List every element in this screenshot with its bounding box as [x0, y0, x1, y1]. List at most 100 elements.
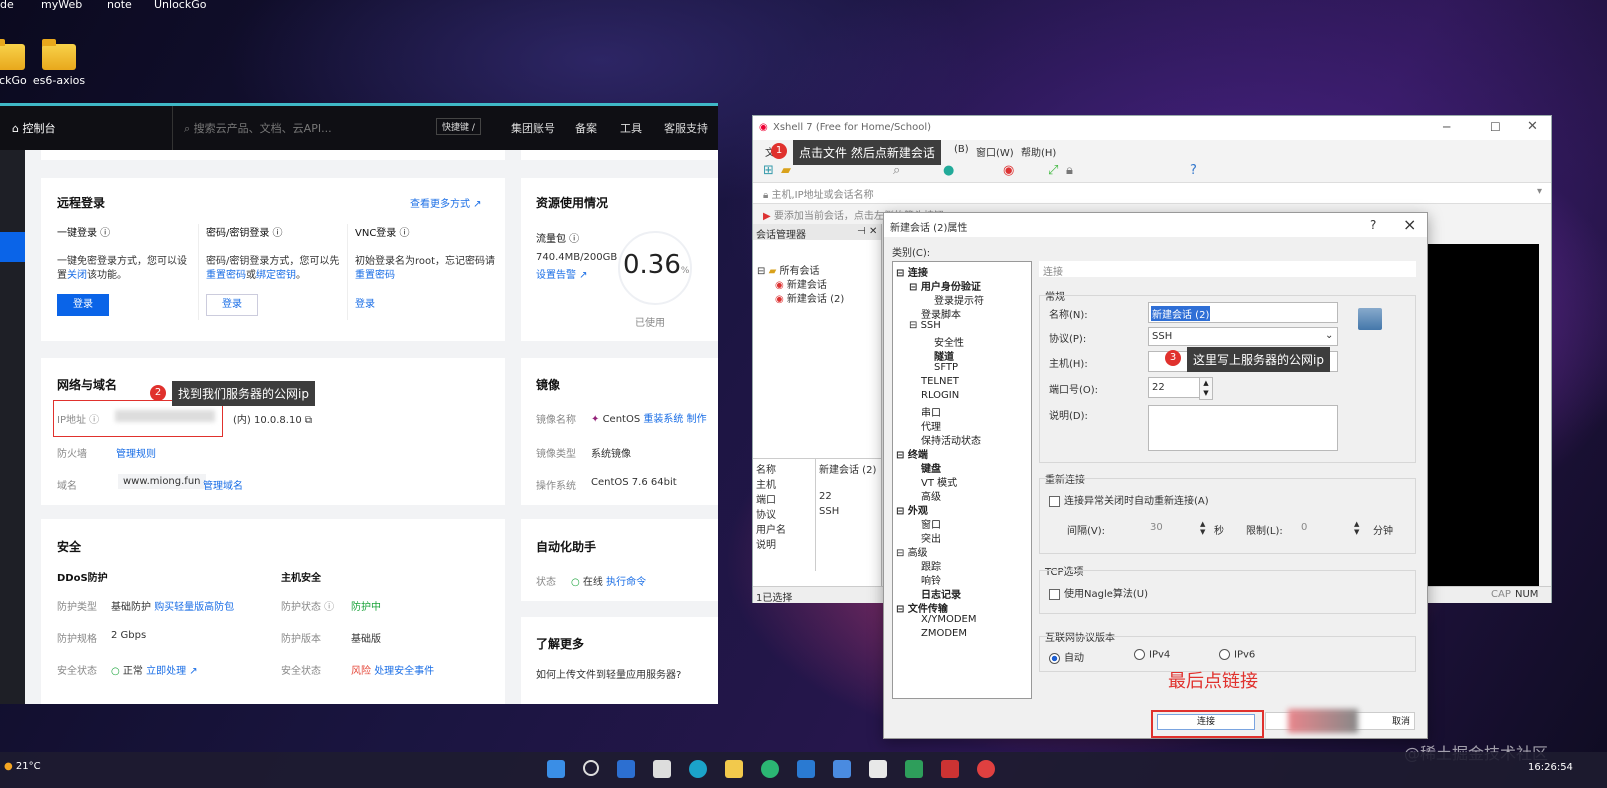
tree-node[interactable]: 键盘: [921, 460, 941, 475]
password-login-button[interactable]: 登录: [206, 294, 258, 316]
search-icon[interactable]: ⌕: [893, 163, 900, 178]
app-icon[interactable]: [869, 760, 887, 778]
set-alert-link[interactable]: 设置告警 ↗: [536, 266, 588, 281]
vnc-login-link[interactable]: 登录: [355, 295, 375, 310]
tree-node[interactable]: 响铃: [921, 572, 941, 587]
nagle-checkbox[interactable]: 使用Nagle算法(U): [1049, 585, 1148, 600]
open-folder-icon[interactable]: ▰: [781, 163, 791, 178]
globe-icon[interactable]: ●: [943, 163, 954, 178]
interval-stepper[interactable]: ▲ ▼: [1200, 520, 1205, 536]
tree-node[interactable]: TELNET: [921, 376, 959, 387]
clock[interactable]: 16:26:54: [1528, 762, 1573, 773]
nav-link[interactable]: 集团账号: [511, 120, 555, 136]
tree-node[interactable]: 突出: [921, 530, 941, 545]
start-icon[interactable]: [547, 760, 565, 778]
port-field[interactable]: 22: [1148, 377, 1200, 398]
more-methods-link[interactable]: 查看更多方式 ↗: [410, 195, 482, 210]
close-icon[interactable]: ×: [1403, 215, 1416, 234]
tree-node[interactable]: ⊟ 用户身份验证: [909, 278, 981, 293]
lock-icon[interactable]: 🔒︎: [1066, 163, 1073, 178]
search-icon[interactable]: [583, 760, 599, 776]
help-icon[interactable]: ?: [1190, 163, 1197, 178]
desktop-label[interactable]: myWeb: [41, 0, 82, 11]
new-session-icon[interactable]: ⊞: [763, 163, 774, 178]
learn-link[interactable]: 如何上传文件到轻量应用服务器?: [536, 666, 681, 681]
menu-window[interactable]: 窗口(W): [976, 144, 1014, 159]
address-bar[interactable]: 🔒︎ 主机,IP地址或会话名称 ▾: [753, 182, 1551, 204]
app-icon[interactable]: [833, 760, 851, 778]
edge-icon[interactable]: [689, 760, 707, 778]
tree-node[interactable]: 隧道: [934, 348, 954, 363]
menu-help[interactable]: 帮助(H): [1021, 144, 1056, 159]
pin-icon[interactable]: ⊣: [857, 226, 866, 237]
name-field[interactable]: 新建会话 (2): [1148, 302, 1338, 323]
close-icon[interactable]: ✕: [1527, 119, 1538, 134]
console-search-input[interactable]: ⌕ 搜索云产品、文档、云API...: [184, 120, 332, 136]
tree-node[interactable]: VT 模式: [921, 474, 957, 489]
menu-item[interactable]: (B): [954, 144, 969, 155]
tree-node[interactable]: ⊟ 外观: [896, 502, 928, 517]
tree-node[interactable]: ⊟ 连接: [896, 264, 928, 279]
connect-button[interactable]: 连接: [1157, 714, 1255, 730]
maximize-icon[interactable]: ☐: [1490, 120, 1501, 134]
description-textarea[interactable]: [1148, 405, 1338, 451]
tree-node[interactable]: ⊟ 文件传输: [896, 600, 948, 615]
tree-node[interactable]: ZMODEM: [921, 628, 967, 639]
xshell-taskbar-icon[interactable]: [977, 760, 995, 778]
tree-node[interactable]: RLOGIN: [921, 390, 959, 401]
close-icon[interactable]: ✕: [869, 226, 877, 237]
tree-node[interactable]: 跟踪: [921, 558, 941, 573]
xshell-icon[interactable]: ◉: [1003, 163, 1014, 178]
port-stepper[interactable]: ▲ ▼: [1199, 377, 1213, 400]
tree-node[interactable]: 串口: [921, 404, 941, 419]
tree-node[interactable]: SFTP: [934, 362, 958, 373]
app-icon[interactable]: [653, 760, 671, 778]
tree-node[interactable]: ⊟ 高级: [896, 544, 928, 559]
reset-password-link[interactable]: 重置密码: [355, 266, 395, 281]
limit-field[interactable]: 0: [1301, 522, 1307, 533]
help-icon[interactable]: ?: [1370, 218, 1376, 232]
manage-rules-link[interactable]: 管理规则: [116, 445, 156, 460]
nav-link[interactable]: 工具: [620, 120, 642, 136]
one-click-login-button[interactable]: 登录: [57, 294, 109, 316]
tree-node[interactable]: X/YMODEM: [921, 614, 976, 625]
wechat-icon[interactable]: [761, 760, 779, 778]
reconnect-checkbox[interactable]: 连接异常关闭时自动重新连接(A): [1049, 492, 1209, 507]
limit-stepper[interactable]: ▲ ▼: [1354, 520, 1359, 536]
desktop-label[interactable]: UnlockGo: [154, 0, 206, 11]
desktop-label[interactable]: de: [0, 0, 14, 11]
radio-ipv4[interactable]: IPv4: [1134, 649, 1170, 661]
tree-node[interactable]: 安全性: [934, 334, 964, 349]
app-icon[interactable]: [617, 760, 635, 778]
tree-node[interactable]: 保持活动状态: [921, 432, 981, 447]
radio-ipv6[interactable]: IPv6: [1219, 649, 1255, 661]
folder-icon[interactable]: [725, 760, 743, 778]
dropdown-icon[interactable]: ▾: [1537, 186, 1542, 197]
tree-node[interactable]: ⊟ 终端: [896, 446, 928, 461]
tree-node[interactable]: ⊟ SSH: [909, 320, 941, 331]
radio-auto[interactable]: 自动: [1049, 649, 1084, 664]
address-input[interactable]: 🔒︎ 主机,IP地址或会话名称: [763, 186, 874, 201]
expand-icon[interactable]: ⤢: [1048, 163, 1058, 178]
nav-link[interactable]: 备案: [575, 120, 597, 136]
app-icon[interactable]: [941, 760, 959, 778]
vscode-icon[interactable]: [797, 760, 815, 778]
interval-field[interactable]: 30: [1150, 522, 1163, 533]
desktop-folder-icon[interactable]: es6-axios: [29, 39, 89, 87]
console-home-link[interactable]: ⌂ 控制台: [12, 120, 55, 136]
manage-domain-link[interactable]: 管理域名: [203, 477, 243, 492]
terminal-area[interactable]: [1427, 244, 1539, 586]
tree-node[interactable]: 登录提示符: [934, 292, 984, 307]
session-item[interactable]: ◉ 新建会话: [775, 276, 827, 291]
nav-link[interactable]: 客服支持: [664, 120, 708, 136]
session-item[interactable]: ◉ 新建会话 (2): [775, 290, 844, 305]
tree-node[interactable]: 代理: [921, 418, 941, 433]
category-tree[interactable]: ⊟ 连接 ⊟ 用户身份验证 登录提示符 登录脚本 ⊟ SSH 安全性 隧道 SF…: [892, 261, 1032, 699]
minimize-icon[interactable]: ─: [1443, 120, 1450, 134]
tree-node[interactable]: 窗口: [921, 516, 941, 531]
weather-widget[interactable]: ● 21°C: [4, 761, 41, 772]
app-icon[interactable]: [905, 760, 923, 778]
tree-node[interactable]: 高级: [921, 488, 941, 503]
sidebar-active-item[interactable]: [0, 232, 25, 262]
protocol-select[interactable]: SSH ⌄: [1148, 327, 1338, 346]
